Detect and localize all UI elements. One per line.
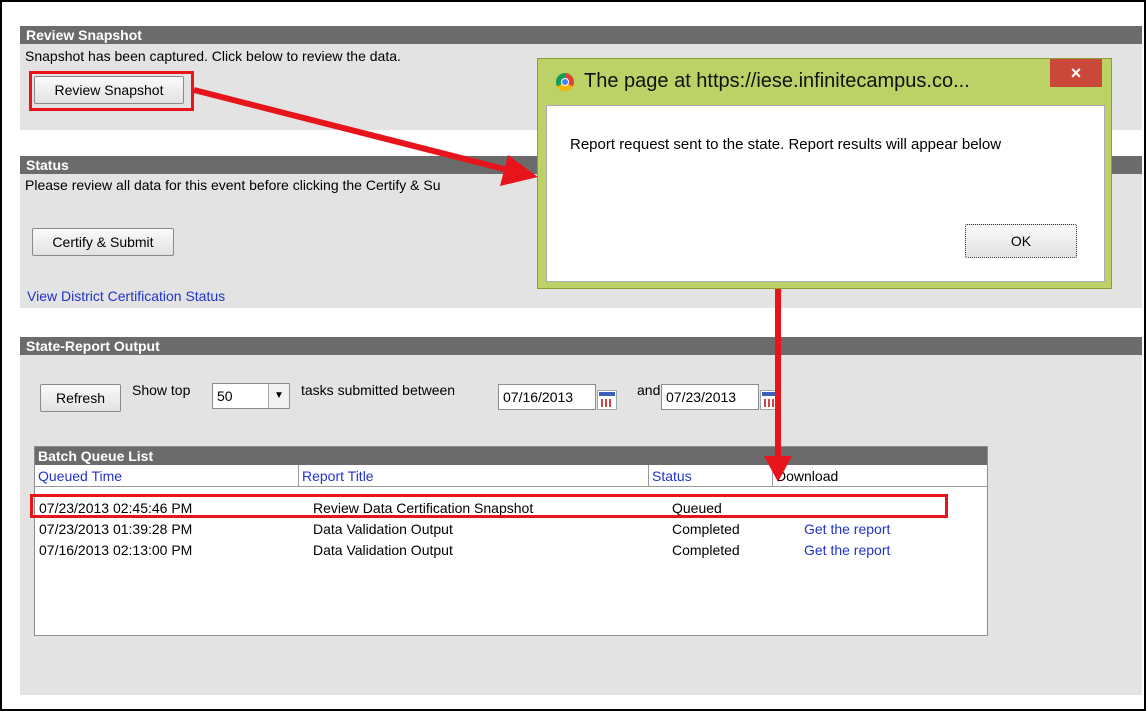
refresh-button[interactable]: Refresh — [40, 384, 121, 412]
queued-time-cell: 07/16/2013 02:13:00 PM — [39, 542, 193, 558]
show-top-label: Show top — [132, 382, 191, 398]
column-download: Download — [773, 465, 987, 487]
review-snapshot-message: Snapshot has been captured. Click below … — [25, 48, 401, 64]
start-date-input[interactable]: 07/16/2013 — [498, 384, 596, 410]
and-label: and — [637, 382, 661, 398]
close-icon[interactable]: × — [1050, 59, 1102, 87]
end-calendar-icon[interactable] — [760, 390, 780, 410]
report-title-cell: Review Data Certification Snapshot — [313, 500, 534, 516]
batch-queue-header: Batch Queue List — [35, 447, 987, 465]
chrome-icon — [556, 73, 574, 91]
state-report-header: State-Report Output — [20, 337, 1142, 355]
dialog-message: Report request sent to the state. Report… — [570, 136, 1002, 153]
column-status[interactable]: Status — [649, 465, 773, 487]
start-calendar-icon[interactable] — [597, 390, 617, 410]
ok-button[interactable]: OK — [965, 224, 1077, 258]
show-top-select[interactable]: 50 ▼ — [212, 383, 290, 409]
status-cell: Queued — [672, 500, 722, 516]
between-label: tasks submitted between — [301, 382, 456, 398]
chevron-down-icon[interactable]: ▼ — [268, 384, 289, 408]
status-cell: Completed — [672, 521, 740, 537]
review-snapshot-header: Review Snapshot — [20, 26, 1142, 44]
status-cell: Completed — [672, 542, 740, 558]
alert-dialog: The page at https://iese.infinitecampus.… — [537, 58, 1112, 289]
queued-time-cell: 07/23/2013 01:39:28 PM — [39, 521, 193, 537]
get-report-link[interactable]: Get the report — [804, 520, 890, 538]
certify-submit-button[interactable]: Certify & Submit — [32, 228, 174, 256]
dialog-title: The page at https://iese.infinitecampus.… — [584, 70, 970, 92]
dialog-body: Report request sent to the state. Report… — [546, 105, 1105, 282]
show-top-value: 50 — [217, 388, 233, 404]
status-message: Please review all data for this event be… — [25, 177, 441, 193]
report-title-cell: Data Validation Output — [313, 521, 453, 537]
queued-time-cell: 07/23/2013 02:45:46 PM — [39, 500, 193, 516]
column-queued-time[interactable]: Queued Time — [35, 465, 299, 487]
review-snapshot-button[interactable]: Review Snapshot — [34, 76, 184, 104]
get-report-link[interactable]: Get the report — [804, 541, 890, 559]
column-report-title[interactable]: Report Title — [299, 465, 649, 487]
report-title-cell: Data Validation Output — [313, 542, 453, 558]
end-date-input[interactable]: 07/23/2013 — [661, 384, 759, 410]
view-district-certification-link[interactable]: View District Certification Status — [27, 288, 225, 304]
batch-queue-list: Batch Queue List Queued Time Report Titl… — [34, 446, 988, 636]
